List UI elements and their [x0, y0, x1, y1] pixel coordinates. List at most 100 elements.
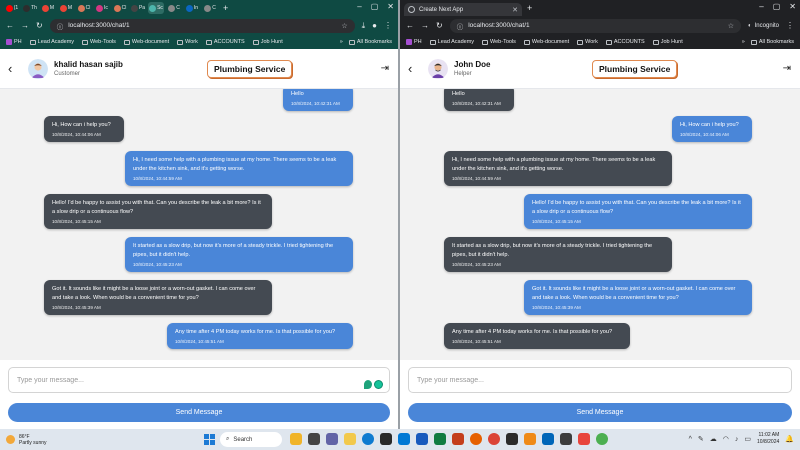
message-input[interactable]: [408, 367, 792, 393]
star-icon[interactable]: ☆: [728, 22, 734, 30]
chevron-up-icon[interactable]: ^: [689, 436, 692, 443]
browser-tab[interactable]: Pa: [130, 2, 146, 14]
browser-tab[interactable]: (1: [4, 2, 20, 14]
taskbar-app-teams[interactable]: [326, 433, 338, 445]
menu-icon[interactable]: ⋮: [786, 21, 794, 30]
reload-icon[interactable]: ↻: [36, 21, 43, 30]
notification-bell-icon[interactable]: 🔔: [785, 435, 794, 443]
browser-tab[interactable]: Sc: [148, 2, 164, 14]
bookmark-accounts[interactable]: ACCOUNTS: [205, 39, 245, 45]
bookmark-web-tools[interactable]: Web-Tools: [82, 39, 116, 45]
taskbar-app-widgets[interactable]: [290, 433, 302, 445]
download-icon[interactable]: ⤓: [362, 21, 366, 31]
taskbar-app-chrome-2[interactable]: [596, 433, 608, 445]
close-window-icon[interactable]: ✕: [387, 2, 394, 11]
taskbar-app-postman[interactable]: [524, 433, 536, 445]
menu-icon[interactable]: ⋮: [384, 21, 392, 30]
close-tab-icon[interactable]: ✕: [512, 6, 518, 14]
minimize-icon[interactable]: –: [759, 2, 763, 11]
site-info-icon[interactable]: ⓘ: [457, 21, 464, 31]
browser-tab[interactable]: M: [40, 2, 56, 14]
profile-icon[interactable]: ●: [372, 21, 377, 30]
browser-tab[interactable]: Cl: [76, 2, 92, 14]
forward-nav-icon[interactable]: →: [21, 21, 29, 30]
taskbar-app-firefox[interactable]: [470, 433, 482, 445]
location-pin-icon[interactable]: [364, 380, 372, 389]
bookmark-work[interactable]: Work: [177, 39, 198, 45]
grammar-extension[interactable]: [364, 380, 383, 389]
browser-tab[interactable]: Cl: [112, 2, 128, 14]
star-icon[interactable]: ☆: [341, 22, 347, 30]
back-arrow-icon[interactable]: ‹: [8, 61, 24, 76]
weather-widget[interactable]: 86°F Partly sunny: [6, 434, 47, 446]
battery-icon[interactable]: ▭: [744, 435, 751, 443]
logout-icon[interactable]: ⇥: [783, 63, 791, 74]
all-bookmarks[interactable]: All Bookmarks: [750, 39, 794, 45]
wifi-icon[interactable]: ◠: [723, 435, 729, 443]
incognito-indicator[interactable]: ◐ Incognito: [748, 23, 779, 29]
cloud-icon[interactable]: ☁: [710, 435, 717, 443]
more-bookmarks-icon[interactable]: »: [742, 39, 745, 45]
forward-nav-icon[interactable]: →: [421, 21, 429, 30]
browser-tab[interactable]: M: [58, 2, 74, 14]
bookmark-work[interactable]: Work: [577, 39, 598, 45]
more-bookmarks-icon[interactable]: »: [340, 39, 343, 45]
bookmark-web-document[interactable]: Web-document: [123, 39, 169, 45]
taskbar-app-edge[interactable]: [362, 433, 374, 445]
taskbar-app-excel[interactable]: [434, 433, 446, 445]
grammarly-icon[interactable]: [374, 380, 383, 389]
bookmark-ph[interactable]: PH: [6, 39, 22, 45]
bookmark-ph[interactable]: PH: [406, 39, 422, 45]
start-button[interactable]: [204, 434, 215, 445]
omnibox[interactable]: ⓘ localhost:3000/chat/1 ☆: [49, 18, 355, 33]
logout-icon[interactable]: ⇥: [381, 63, 389, 74]
browser-tab[interactable]: In: [184, 2, 200, 14]
pen-icon[interactable]: ✎: [698, 435, 704, 443]
taskbar-app-github[interactable]: [560, 433, 572, 445]
taskbar-app-vscode[interactable]: [542, 433, 554, 445]
taskbar-app-mail[interactable]: [398, 433, 410, 445]
browser-tab[interactable]: C: [202, 2, 218, 14]
window-controls: – ▢ ✕: [357, 2, 394, 11]
browser-tab[interactable]: Th: [22, 2, 38, 14]
send-message-button[interactable]: Send Message: [408, 403, 792, 422]
chat-app: ‹ khalid hasan sajib Customer Plumbing S…: [0, 49, 398, 429]
minimize-icon[interactable]: –: [357, 2, 361, 11]
bookmark-lead-academy[interactable]: Lead Academy: [429, 39, 474, 45]
close-window-icon[interactable]: ✕: [789, 2, 796, 11]
taskbar-app-taskview[interactable]: [308, 433, 320, 445]
site-info-icon[interactable]: ⓘ: [57, 21, 64, 31]
all-bookmarks[interactable]: All Bookmarks: [348, 39, 392, 45]
taskbar-search[interactable]: ⌕ Search: [220, 432, 282, 447]
back-nav-icon[interactable]: ←: [406, 21, 414, 30]
tab-create-next-app[interactable]: Create Next App ✕: [404, 3, 522, 16]
taskbar-app-store[interactable]: [380, 433, 392, 445]
back-arrow-icon[interactable]: ‹: [408, 61, 424, 76]
taskbar-app-explorer[interactable]: [344, 433, 356, 445]
maximize-icon[interactable]: ▢: [371, 2, 379, 11]
reload-icon[interactable]: ↻: [436, 21, 443, 30]
message-input[interactable]: [8, 367, 390, 393]
taskbar-app-figma[interactable]: [578, 433, 590, 445]
new-tab-icon[interactable]: +: [223, 3, 228, 13]
bookmark-web-document[interactable]: Web-document: [523, 39, 569, 45]
clock[interactable]: 11:02 AM 10/8/2024: [757, 432, 779, 446]
bookmark-job-hunt[interactable]: Job Hunt: [252, 39, 283, 45]
taskbar-app-chrome[interactable]: [488, 433, 500, 445]
taskbar-app-word[interactable]: [416, 433, 428, 445]
new-tab-icon[interactable]: +: [527, 3, 532, 13]
bookmarks-bar: PH Lead Academy Web-Tools Web-document W…: [0, 35, 398, 49]
taskbar-app-powerpoint[interactable]: [452, 433, 464, 445]
bookmark-job-hunt[interactable]: Job Hunt: [652, 39, 683, 45]
send-message-button[interactable]: Send Message: [8, 403, 390, 422]
browser-tab[interactable]: C: [166, 2, 182, 14]
volume-icon[interactable]: ♪: [735, 436, 739, 443]
bookmark-web-tools[interactable]: Web-Tools: [482, 39, 516, 45]
taskbar-app-terminal[interactable]: [506, 433, 518, 445]
browser-tab[interactable]: Ic: [94, 2, 110, 14]
back-nav-icon[interactable]: ←: [6, 21, 14, 30]
bookmark-accounts[interactable]: ACCOUNTS: [605, 39, 645, 45]
maximize-icon[interactable]: ▢: [773, 2, 781, 11]
omnibox[interactable]: ⓘ localhost:3000/chat/1 ☆: [449, 18, 742, 33]
bookmark-lead-academy[interactable]: Lead Academy: [29, 39, 74, 45]
